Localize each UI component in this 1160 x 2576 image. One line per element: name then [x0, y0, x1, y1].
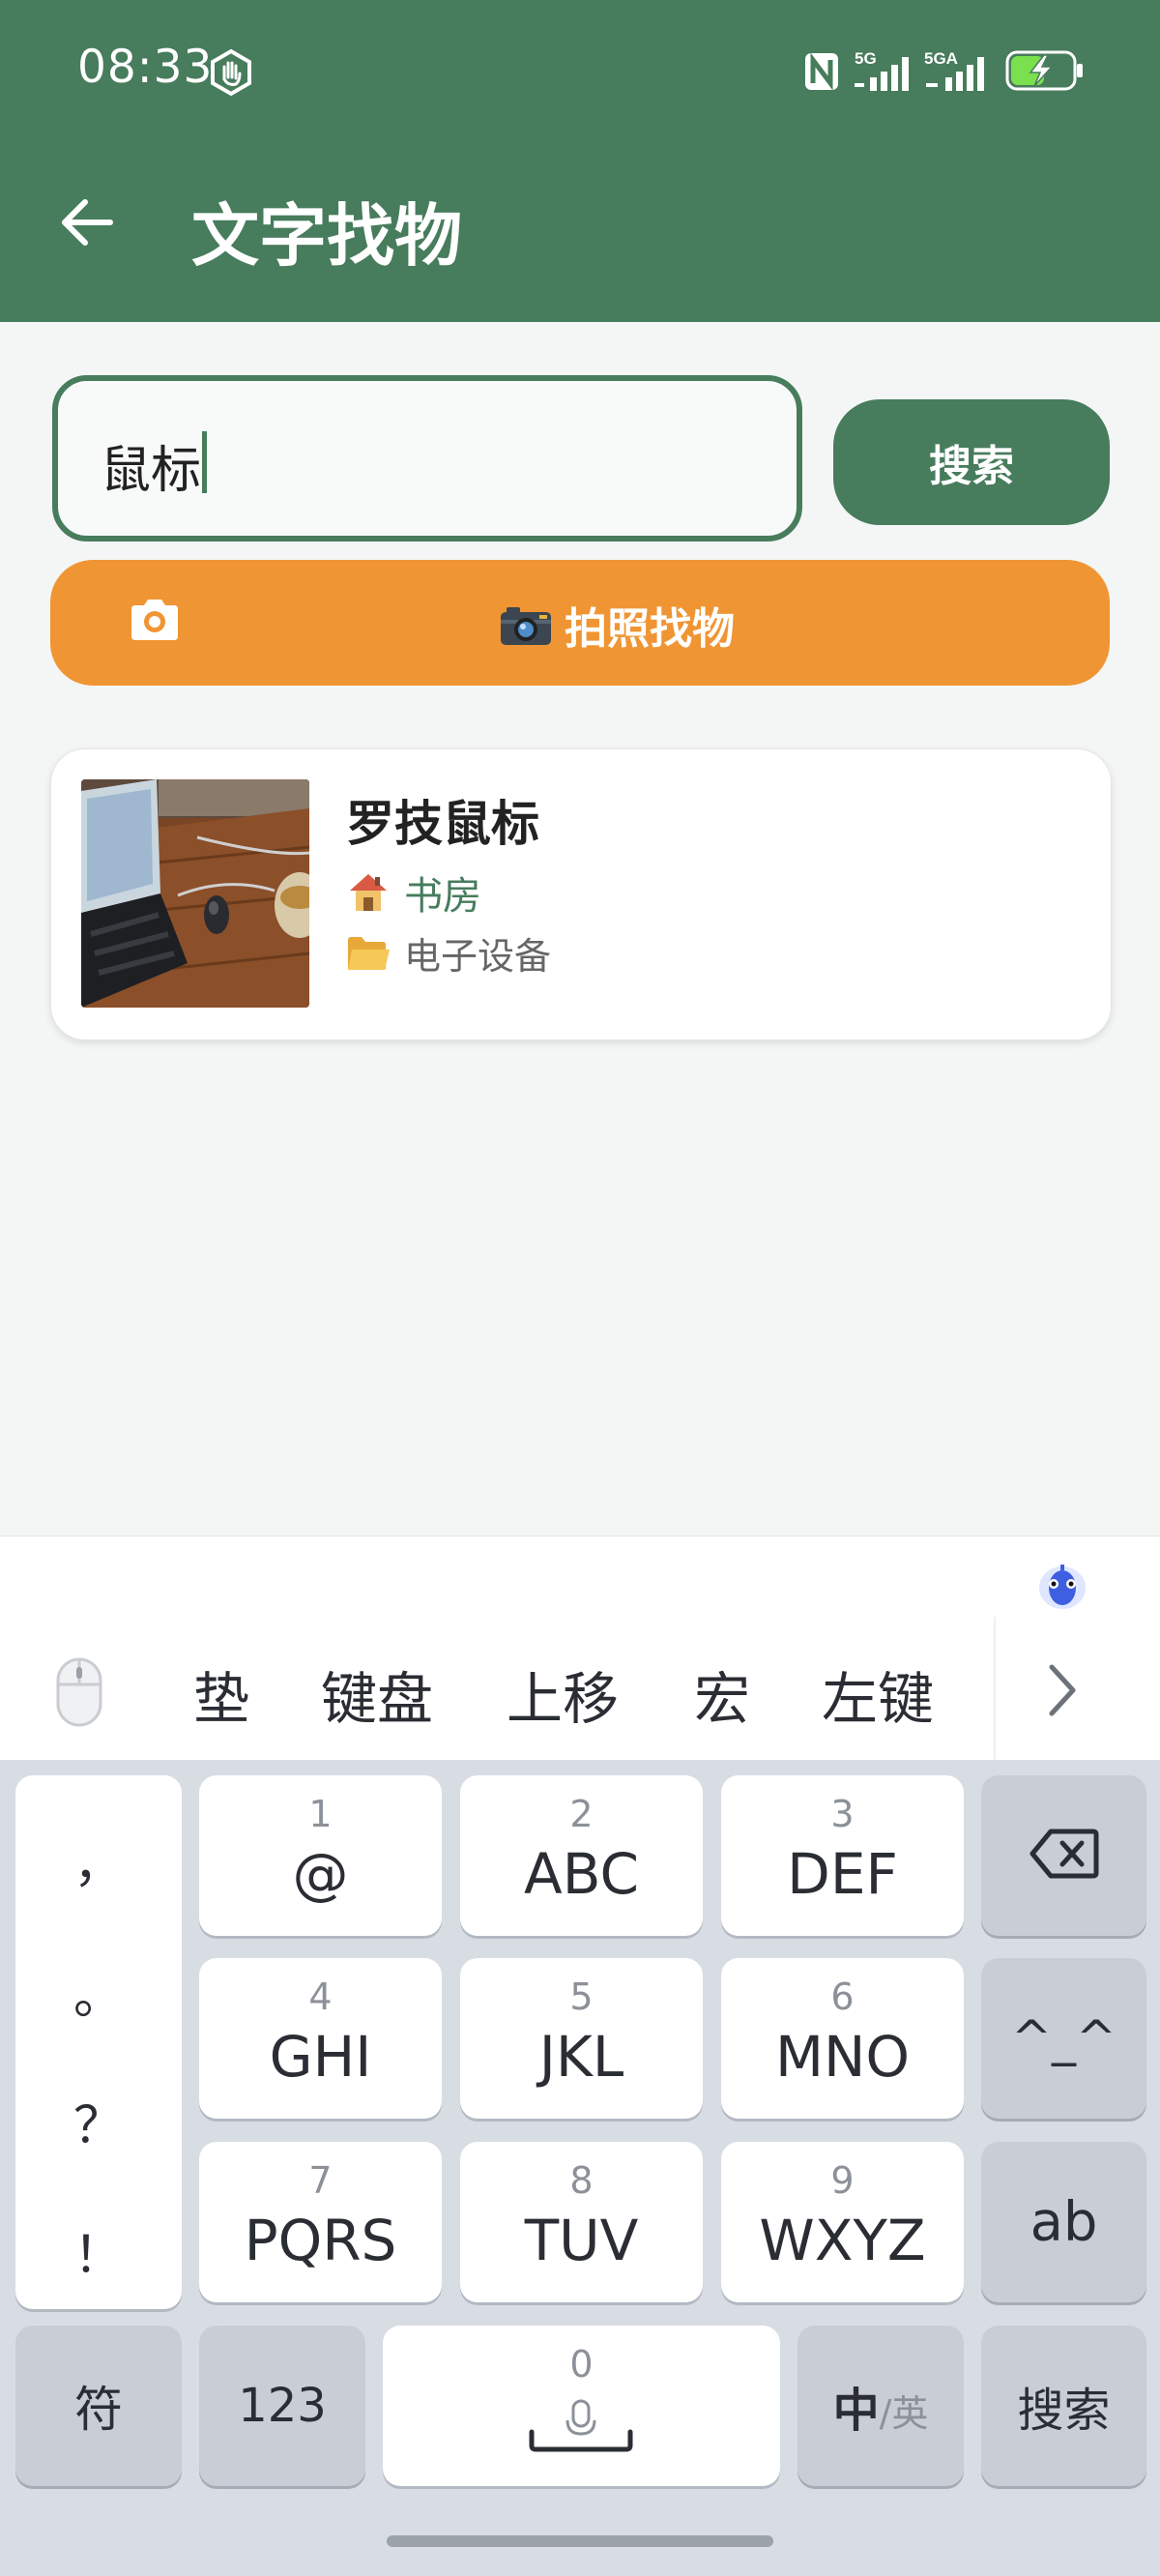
key-number: 8	[569, 2159, 594, 2202]
search-button[interactable]: 搜索	[833, 399, 1110, 525]
key-number: 1	[308, 1793, 333, 1835]
nfc-icon	[805, 52, 838, 91]
key-2[interactable]: 2 ABC	[460, 1775, 703, 1936]
key-label: TUV	[524, 2208, 639, 2273]
candidate-word[interactable]: 宏	[694, 1654, 750, 1735]
key-4[interactable]: 4 GHI	[199, 1958, 442, 2119]
language-label: 中/英	[798, 2372, 964, 2440]
back-button[interactable]	[54, 189, 122, 256]
backspace-icon	[1030, 1829, 1099, 1879]
key-8[interactable]: 8 TUV	[460, 2142, 703, 2302]
key-label: JKL	[538, 2024, 624, 2090]
house-icon	[350, 874, 387, 911]
network-label: 5GA	[924, 49, 958, 68]
key-label: PQRS	[244, 2208, 397, 2273]
keyboard-search-key[interactable]: 搜索	[981, 2326, 1146, 2486]
signal-icon: 5GA	[924, 49, 984, 91]
key-label: MNO	[774, 2024, 911, 2090]
photo-search-label: 拍照找物	[499, 594, 735, 656]
key-number: 6	[830, 1976, 855, 2018]
key-label: GHI	[269, 2024, 372, 2090]
battery-charging-icon	[1005, 50, 1083, 91]
symbols-key[interactable]: 符	[15, 2326, 182, 2486]
key-number: 4	[308, 1976, 333, 2018]
home-indicator[interactable]	[387, 2535, 773, 2547]
divider	[994, 1617, 996, 1760]
photo-search-text: 拍照找物	[565, 604, 735, 654]
item-name: 罗技鼠标	[346, 796, 539, 852]
keyboard-search-label: 搜索	[1017, 2384, 1111, 2438]
ab-key[interactable]: ab	[981, 2142, 1146, 2302]
camera-emoji-icon	[501, 607, 551, 645]
key-7[interactable]: 7 PQRS	[199, 2142, 442, 2302]
key-1[interactable]: 1 @	[199, 1775, 442, 1936]
key-number: 9	[830, 2159, 855, 2202]
chevron-right-icon[interactable]	[1042, 1659, 1081, 1721]
key-label: @	[292, 1841, 349, 1907]
mouse-icon[interactable]	[52, 1655, 106, 1729]
punctuation-column[interactable]: ， 。 ？ ！	[15, 1775, 182, 2309]
item-category-text: 电子设备	[404, 935, 552, 978]
punct-exclaim[interactable]: ！	[15, 2214, 182, 2287]
key-label: WXYZ	[759, 2208, 926, 2273]
space-key[interactable]: 0	[383, 2326, 780, 2486]
key-number: 2	[569, 1793, 594, 1835]
key-5[interactable]: 5 JKL	[460, 1958, 703, 2119]
key-number: 0	[569, 2343, 594, 2386]
key-9[interactable]: 9 WXYZ	[721, 2142, 964, 2302]
ab-label: ab	[1030, 2190, 1098, 2254]
item-category: 电子设备	[346, 926, 551, 980]
punct-period[interactable]: 。	[15, 1955, 182, 2028]
candidate-word[interactable]: 上移	[507, 1654, 619, 1735]
key-6[interactable]: 6 MNO	[721, 1958, 964, 2119]
candidate-word[interactable]: 垫	[193, 1654, 249, 1735]
backspace-key[interactable]	[981, 1775, 1146, 1936]
candidate-word[interactable]: 键盘	[321, 1654, 433, 1735]
search-input-value: 鼠标	[101, 442, 202, 500]
key-number: 5	[569, 1976, 594, 2018]
item-room: 书房	[346, 864, 481, 921]
punct-comma[interactable]: ，	[15, 1824, 182, 1896]
numbers-label: 123	[238, 2379, 327, 2433]
page-title: 文字找物	[191, 196, 462, 276]
numbers-key[interactable]: 123	[199, 2326, 365, 2486]
folder-icon	[348, 936, 390, 970]
item-thumbnail	[81, 779, 309, 1008]
candidate-word[interactable]: 左键	[822, 1654, 934, 1735]
status-time: 08:33	[77, 41, 214, 94]
language-alt: /英	[879, 2392, 929, 2435]
hand-icon	[211, 48, 251, 97]
key-number: 7	[308, 2159, 333, 2202]
key-number: 3	[830, 1793, 855, 1835]
key-3[interactable]: 3 DEF	[721, 1775, 964, 1936]
punct-question[interactable]: ？	[15, 2085, 182, 2157]
key-label: DEF	[787, 1841, 898, 1907]
signal-icon: 5G	[855, 49, 909, 91]
key-label: ABC	[524, 1841, 639, 1907]
camera-icon	[131, 600, 178, 640]
microphone-icon	[529, 2399, 633, 2452]
ai-assistant-icon[interactable]	[1032, 1555, 1092, 1615]
language-main: 中	[832, 2384, 880, 2438]
item-room-text: 书房	[404, 874, 481, 919]
symbols-label: 符	[74, 2382, 123, 2438]
text-caret	[202, 431, 207, 493]
language-key[interactable]: 中/英	[798, 2326, 964, 2486]
emoticon-label: ^_^	[1011, 2010, 1116, 2066]
network-label: 5G	[855, 49, 877, 68]
emoticon-key[interactable]: ^_^	[981, 1958, 1146, 2119]
